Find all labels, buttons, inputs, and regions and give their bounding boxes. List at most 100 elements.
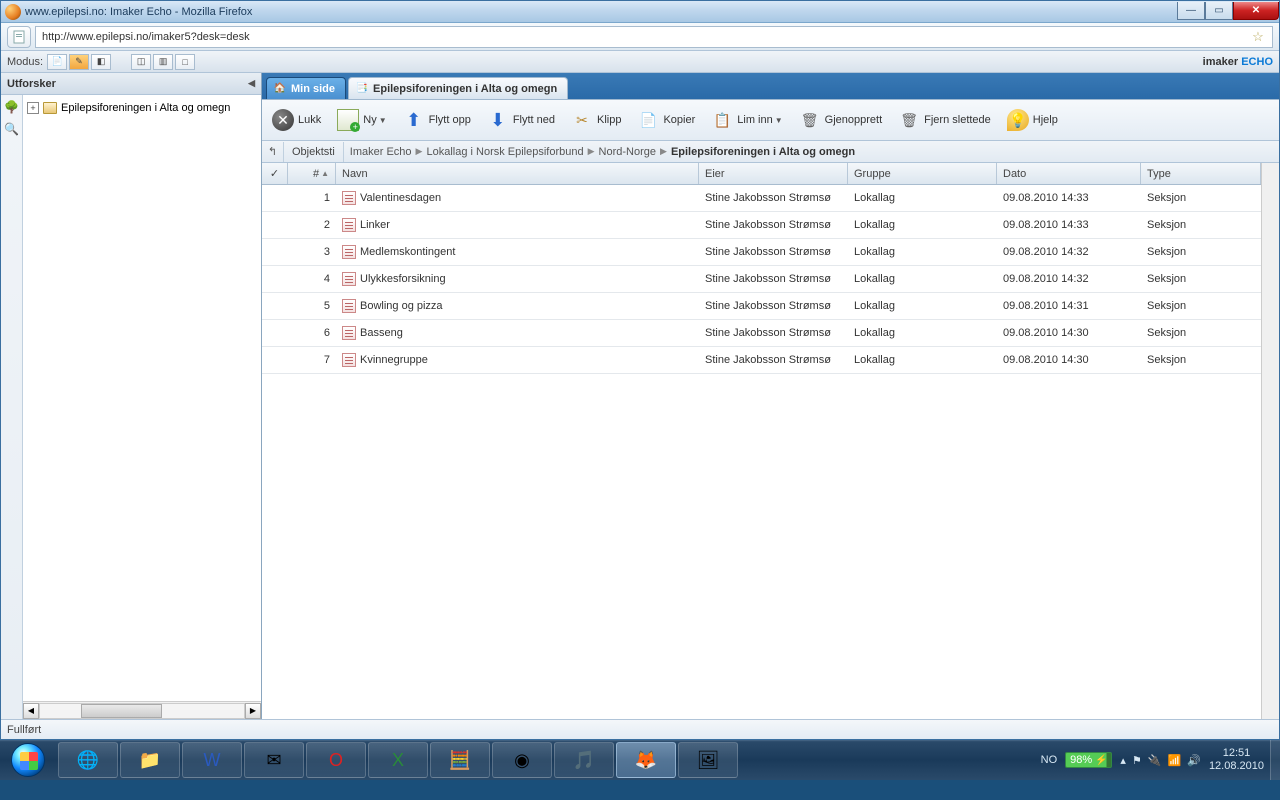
titlebar[interactable]: www.epilepsi.no: Imaker Echo - Mozilla F…: [1, 1, 1279, 23]
cell-number: 6: [288, 327, 336, 339]
cell-navn: Medlemskontingent: [336, 245, 699, 259]
tree-root-item[interactable]: + Epilepsiforeningen i Alta og omegn: [27, 99, 257, 117]
mode-bar: Modus: 📄 ✎ ◧ ◫ ▥ □ imaker ECHO: [1, 51, 1279, 73]
sidebar-scrollbar[interactable]: ◀ ▶: [23, 701, 261, 719]
col-dato[interactable]: Dato: [997, 163, 1141, 184]
new-icon: [337, 109, 359, 131]
minimize-button[interactable]: —: [1177, 2, 1205, 20]
ny-button[interactable]: Ny▼: [333, 102, 390, 138]
lim-inn-button[interactable]: 📋Lim inn▼: [707, 102, 786, 138]
vertical-scrollbar[interactable]: [1261, 163, 1279, 719]
bookmark-star-icon[interactable]: ☆: [1250, 29, 1266, 45]
chevron-down-icon: ▼: [379, 116, 387, 125]
scroll-thumb[interactable]: [81, 704, 163, 718]
cell-type: Seksjon: [1141, 246, 1261, 258]
language-indicator[interactable]: NO: [1041, 754, 1058, 766]
tab-min-side[interactable]: 🏠 Min side: [266, 77, 346, 99]
table-row[interactable]: 7KvinnegruppeStine Jakobsson StrømsøLoka…: [262, 347, 1261, 374]
collapse-icon[interactable]: ◀: [248, 78, 255, 89]
network-icon[interactable]: 📶: [1168, 754, 1182, 767]
task-itunes[interactable]: 🎵: [554, 742, 614, 778]
task-app2[interactable]: 🖼: [678, 742, 738, 778]
lukk-button[interactable]: ✕Lukk: [268, 102, 325, 138]
gjenopprett-button[interactable]: 🗑Gjenopprett: [795, 102, 886, 138]
task-ie[interactable]: 🌐: [58, 742, 118, 778]
tree-view[interactable]: + Epilepsiforeningen i Alta og omegn: [23, 95, 261, 701]
trash-empty-icon: 🗑: [898, 109, 920, 131]
scissors-icon: ✂: [571, 109, 593, 131]
view-btn-1[interactable]: ◫: [131, 54, 151, 70]
modus-label: Modus:: [7, 56, 43, 68]
start-button[interactable]: [0, 740, 56, 780]
flytt-opp-button[interactable]: ⬆Flytt opp: [399, 102, 475, 138]
bc-item[interactable]: Nord-Norge: [599, 146, 656, 158]
cell-dato: 09.08.2010 14:32: [997, 273, 1141, 285]
search-icon[interactable]: 🔍: [4, 121, 20, 137]
col-gruppe[interactable]: Gruppe: [848, 163, 997, 184]
fjern-slettede-button[interactable]: 🗑Fjern slettede: [894, 102, 995, 138]
section-icon: [342, 326, 356, 340]
task-excel[interactable]: X: [368, 742, 428, 778]
task-firefox[interactable]: 🦊: [616, 742, 676, 778]
kopier-button[interactable]: 📄Kopier: [633, 102, 699, 138]
tree-icon[interactable]: 🌳: [4, 99, 20, 115]
task-explorer[interactable]: 📁: [120, 742, 180, 778]
copy-icon: 📄: [637, 109, 659, 131]
expand-icon[interactable]: +: [27, 102, 39, 114]
task-word[interactable]: W: [182, 742, 242, 778]
chevron-up-icon[interactable]: ▴: [1120, 754, 1126, 767]
table-row[interactable]: 5Bowling og pizzaStine Jakobsson Strømsø…: [262, 293, 1261, 320]
flag-icon[interactable]: ⚑: [1132, 754, 1142, 767]
breadcrumb-bar: ↰ Objektsti Imaker Echo ▶ Lokallag i Nors…: [262, 141, 1279, 163]
task-opera[interactable]: O: [306, 742, 366, 778]
mode-btn-2[interactable]: ✎: [69, 54, 89, 70]
table-header: ✓ #▲ Navn Eier Gruppe Dato Type: [262, 163, 1261, 185]
show-desktop-button[interactable]: [1270, 740, 1280, 780]
bc-item[interactable]: Lokallag i Norsk Epilepsiforbund: [426, 146, 583, 158]
volume-icon[interactable]: 🔊: [1187, 754, 1201, 767]
close-button[interactable]: ✕: [1233, 2, 1279, 20]
table-row[interactable]: 4UlykkesforsikningStine Jakobsson Strøms…: [262, 266, 1261, 293]
power-icon[interactable]: 🔌: [1148, 754, 1162, 767]
flytt-ned-button[interactable]: ⬇Flytt ned: [483, 102, 559, 138]
scroll-right-icon[interactable]: ▶: [245, 703, 261, 719]
col-eier[interactable]: Eier: [699, 163, 848, 184]
table-row[interactable]: 2LinkerStine Jakobsson StrømsøLokallag09…: [262, 212, 1261, 239]
cell-type: Seksjon: [1141, 219, 1261, 231]
battery-indicator[interactable]: 98% ⚡: [1065, 752, 1112, 768]
mode-btn-3[interactable]: ◧: [91, 54, 111, 70]
table-body[interactable]: 1ValentinesdagenStine Jakobsson StrømsøL…: [262, 185, 1261, 719]
url-input[interactable]: http://www.epilepsi.no/imaker5?desk=desk…: [35, 26, 1273, 48]
tray-icons[interactable]: ▴ ⚑ 🔌 📶 🔊: [1120, 754, 1201, 767]
back-button[interactable]: [7, 26, 31, 48]
clock[interactable]: 12:5112.08.2010: [1209, 747, 1264, 773]
cell-number: 5: [288, 300, 336, 312]
col-check[interactable]: ✓: [262, 163, 288, 184]
toolbar: ✕Lukk Ny▼ ⬆Flytt opp ⬇Flytt ned ✂Klipp 📄…: [262, 99, 1279, 141]
bc-up-button[interactable]: ↰: [262, 142, 284, 162]
maximize-button[interactable]: ▭: [1205, 2, 1233, 20]
task-calc[interactable]: 🧮: [430, 742, 490, 778]
tab-content[interactable]: 📑 Epilepsiforeningen i Alta og omegn: [348, 77, 568, 99]
view-btn-3[interactable]: □: [175, 54, 195, 70]
table-row[interactable]: 6BassengStine Jakobsson StrømsøLokallag0…: [262, 320, 1261, 347]
scroll-left-icon[interactable]: ◀: [23, 703, 39, 719]
arrow-down-icon: ⬇: [487, 109, 509, 131]
table-row[interactable]: 3MedlemskontingentStine Jakobsson Strøms…: [262, 239, 1261, 266]
task-outlook[interactable]: ✉: [244, 742, 304, 778]
col-navn[interactable]: Navn: [336, 163, 699, 184]
col-number[interactable]: #▲: [288, 163, 336, 184]
bc-item[interactable]: Imaker Echo: [350, 146, 412, 158]
col-type[interactable]: Type: [1141, 163, 1261, 184]
chevron-right-icon: ▶: [660, 146, 667, 157]
sidebar-header[interactable]: Utforsker ◀: [1, 73, 261, 95]
bc-label: Objektsti: [284, 142, 344, 162]
task-app1[interactable]: ◉: [492, 742, 552, 778]
table-row[interactable]: 1ValentinesdagenStine Jakobsson StrømsøL…: [262, 185, 1261, 212]
hjelp-button[interactable]: 💡Hjelp: [1003, 102, 1062, 138]
mode-btn-1[interactable]: 📄: [47, 54, 67, 70]
view-btn-2[interactable]: ▥: [153, 54, 173, 70]
cell-gruppe: Lokallag: [848, 273, 997, 285]
cell-gruppe: Lokallag: [848, 327, 997, 339]
klipp-button[interactable]: ✂Klipp: [567, 102, 625, 138]
